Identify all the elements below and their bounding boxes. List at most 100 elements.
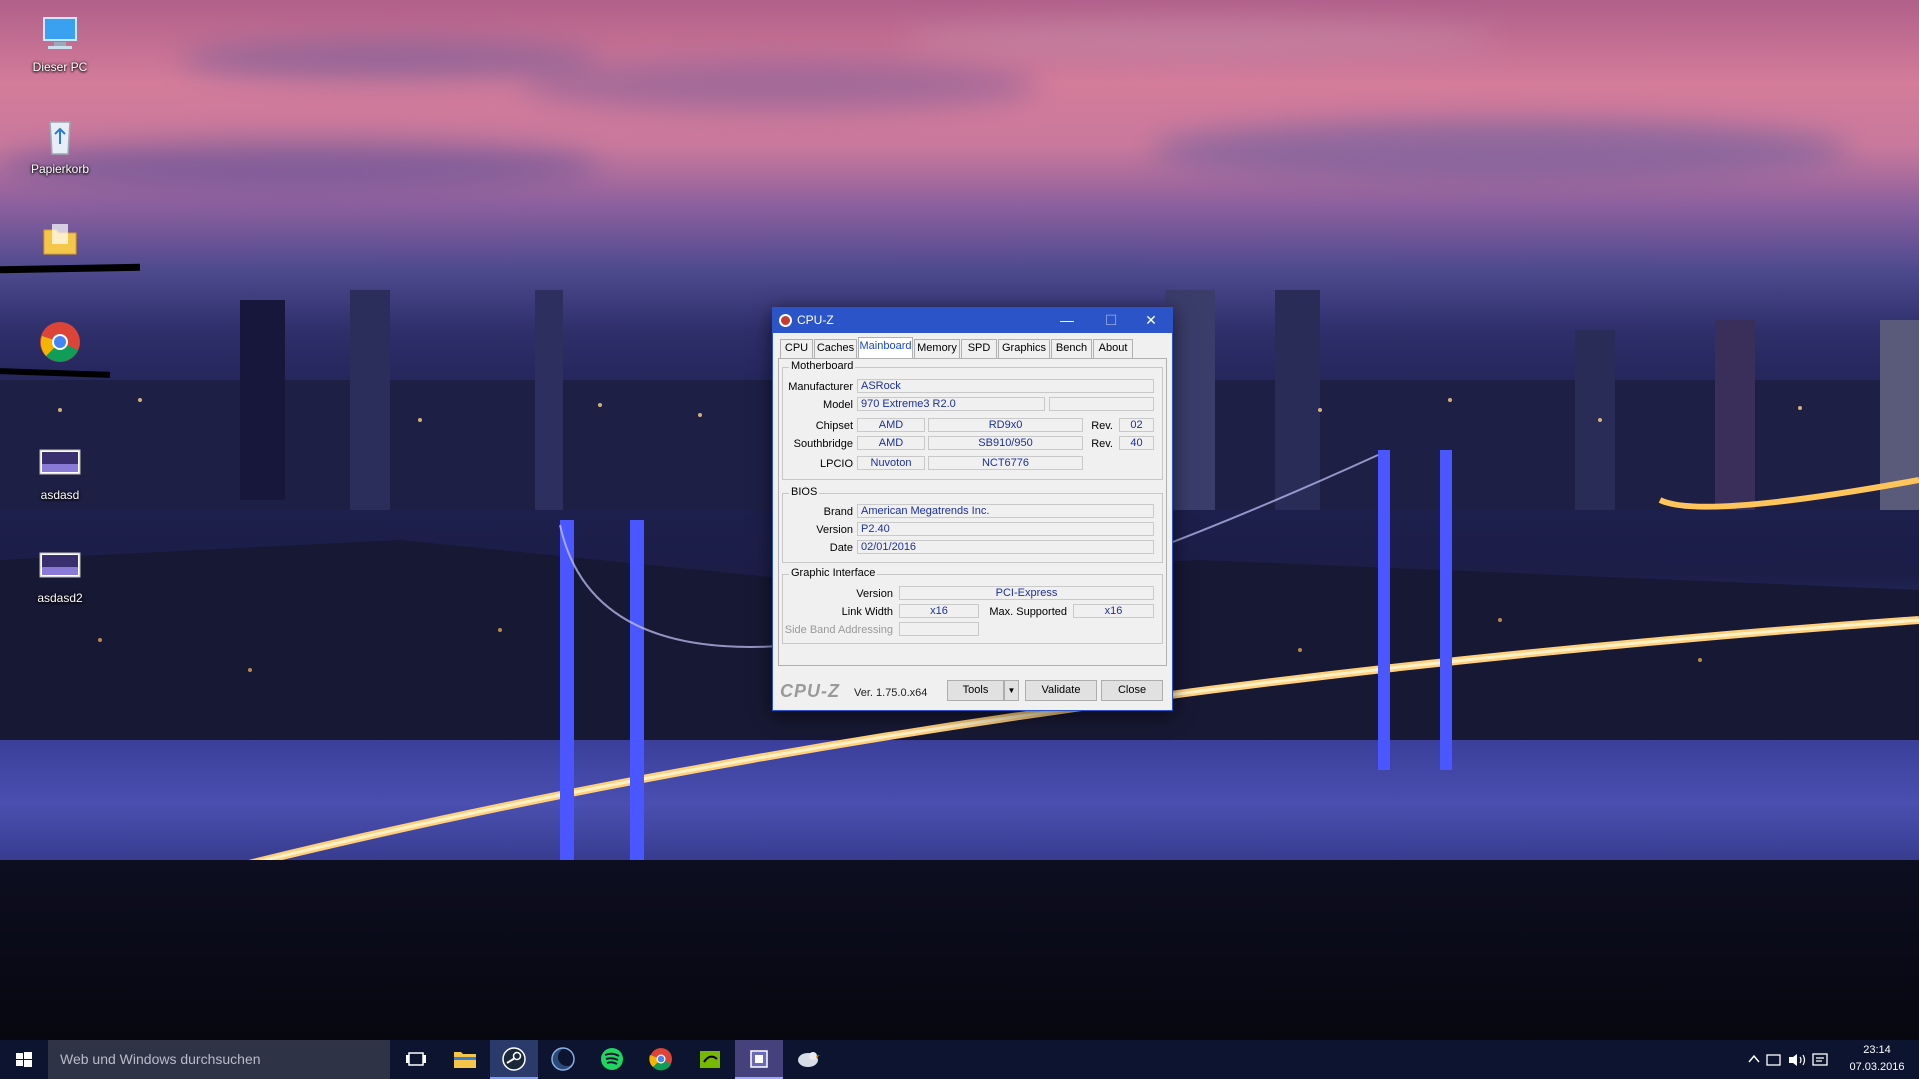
desktop-icon-folder[interactable]	[15, 218, 105, 266]
tab-mainboard[interactable]: Mainboard	[858, 337, 913, 358]
chipset-name-value: RD9x0	[928, 418, 1083, 432]
taskbar-steam[interactable]	[490, 1040, 538, 1079]
lpcio-vendor-value: Nuvoton	[857, 456, 925, 470]
start-button[interactable]	[0, 1040, 48, 1079]
taskbar-bird-app[interactable]	[784, 1040, 832, 1079]
computer-icon	[43, 17, 77, 49]
desktop-icon-chrome[interactable]	[15, 320, 105, 368]
manufacturer-value: ASRock	[857, 379, 1154, 393]
desktop-icon-label: Dieser PC	[32, 60, 88, 74]
chevron-up-icon	[1748, 1054, 1760, 1063]
notification-icon	[1812, 1053, 1828, 1066]
group-title: Graphic Interface	[789, 567, 878, 579]
bios-version-value: P2.40	[857, 522, 1154, 536]
tab-bench[interactable]: Bench	[1051, 339, 1092, 358]
chipset-rev-value: 02	[1119, 418, 1154, 432]
link-width-value: x16	[899, 604, 979, 618]
southbridge-rev-label: Rev.	[1091, 438, 1113, 450]
gi-version-label: Version	[856, 588, 893, 600]
nvidia-icon	[700, 1051, 720, 1068]
chipset-vendor-value: AMD	[857, 418, 925, 432]
version-text: Ver. 1.75.0.x64	[854, 687, 928, 699]
side-band-value	[899, 622, 979, 636]
steam-icon	[502, 1047, 526, 1071]
minimize-button[interactable]: —	[1045, 308, 1089, 333]
gi-version-value: PCI-Express	[899, 586, 1154, 600]
volume-icon	[1789, 1054, 1797, 1066]
network-icon	[1766, 1054, 1781, 1066]
tab-caches[interactable]: Caches	[814, 339, 857, 358]
lpcio-label: LPCIO	[819, 458, 853, 470]
tools-button[interactable]: Tools	[947, 680, 1004, 701]
close-button[interactable]: Close	[1101, 680, 1163, 701]
chipset-rev-label: Rev.	[1091, 420, 1113, 432]
close-window-button[interactable]: ✕	[1129, 308, 1173, 333]
link-width-label: Link Width	[841, 606, 893, 618]
cpu-chip-icon	[750, 1050, 768, 1068]
model-value: 970 Extreme3 R2.0	[857, 397, 1045, 411]
cpuz-window[interactable]: CPU-Z — ☐ ✕ CPU Caches Mainboard Memory …	[772, 307, 1173, 711]
model-extra-value	[1049, 397, 1154, 411]
bios-brand-value: American Megatrends Inc.	[857, 504, 1154, 518]
southbridge-label: Southbridge	[793, 438, 853, 450]
clock-time[interactable]: 23:14	[1842, 1044, 1912, 1056]
mainboard-panel: Motherboard Manufacturer ASRock Model 97…	[778, 358, 1167, 666]
desktop-icon-label: asdasd	[40, 488, 80, 502]
maximize-button[interactable]: ☐	[1089, 308, 1133, 333]
taskbar-cpuz[interactable]	[735, 1040, 783, 1079]
lpcio-name-value: NCT6776	[928, 456, 1083, 470]
windows-logo-icon	[16, 1052, 32, 1067]
chrome-icon	[649, 1048, 672, 1071]
desktop-icon-asdasd[interactable]: asdasd	[15, 440, 105, 502]
model-label: Model	[823, 399, 853, 411]
tab-memory[interactable]: Memory	[914, 339, 960, 358]
title-bar[interactable]: CPU-Z — ☐ ✕	[773, 308, 1172, 333]
taskbar-file-explorer[interactable]	[441, 1040, 489, 1079]
desktop-icon-label: asdasd2	[37, 591, 83, 605]
window-title: CPU-Z	[797, 313, 834, 327]
tab-spd[interactable]: SPD	[961, 339, 997, 358]
desktop-icon-asdasd2[interactable]: asdasd2	[15, 543, 105, 605]
desktop-icon-label: Papierkorb	[30, 162, 90, 176]
tab-about[interactable]: About	[1093, 339, 1133, 358]
folder-icon	[454, 1052, 476, 1068]
image-file-icon	[39, 449, 81, 475]
chrome-icon	[40, 322, 80, 362]
recycle-bin-icon	[49, 121, 71, 155]
task-view-button[interactable]	[392, 1040, 440, 1079]
desktop-icon-recycle-bin[interactable]: Papierkorb	[15, 114, 105, 176]
manufacturer-label: Manufacturer	[788, 381, 853, 393]
bios-date-label: Date	[829, 542, 853, 554]
southbridge-vendor-value: AMD	[857, 436, 925, 450]
taskbar-chrome[interactable]	[637, 1040, 685, 1079]
footer-bar: CPU-Z Ver. 1.75.0.x64 Tools ▼ Validate C…	[778, 680, 1167, 704]
search-box[interactable]: Web und Windows durchsuchen	[48, 1040, 390, 1079]
taskbar-nvidia[interactable]	[686, 1040, 734, 1079]
system-tray-icons[interactable]	[1745, 1050, 1835, 1070]
southbridge-rev-value: 40	[1119, 436, 1154, 450]
max-supported-value: x16	[1073, 604, 1154, 618]
tab-graphics[interactable]: Graphics	[998, 339, 1050, 358]
taskbar-blue-app[interactable]	[539, 1040, 587, 1079]
validate-button[interactable]: Validate	[1025, 680, 1097, 701]
southbridge-name-value: SB910/950	[928, 436, 1083, 450]
cpuz-logo: CPU-Z	[780, 681, 840, 701]
clock-date[interactable]: 07.03.2016	[1842, 1061, 1912, 1073]
bios-group: BIOS Brand American Megatrends Inc. Vers…	[782, 486, 1163, 563]
taskbar-spotify[interactable]	[588, 1040, 636, 1079]
image-file-icon	[39, 552, 81, 578]
bios-date-value: 02/01/2016	[857, 540, 1154, 554]
bird-app-icon	[798, 1052, 820, 1067]
moon-app-icon	[551, 1047, 576, 1071]
bios-brand-label: Brand	[823, 506, 853, 518]
group-title: Motherboard	[789, 360, 856, 372]
group-title: BIOS	[789, 486, 820, 498]
desktop-icon-this-pc[interactable]: Dieser PC	[15, 12, 105, 74]
bios-version-label: Version	[816, 524, 853, 536]
tools-dropdown-arrow[interactable]: ▼	[1004, 680, 1019, 701]
foreground-shore	[0, 860, 1919, 1040]
cpuz-app-icon	[779, 314, 792, 327]
tab-cpu[interactable]: CPU	[780, 339, 813, 358]
max-supported-label: Max. Supported	[989, 606, 1067, 618]
taskbar: Web und Windows durchsuchen 23:14 07.03.…	[0, 1040, 1919, 1079]
